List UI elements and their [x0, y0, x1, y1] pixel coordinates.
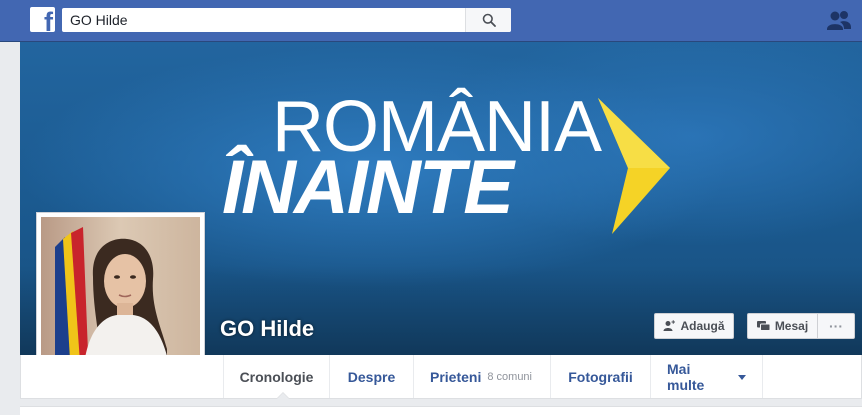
tab-timeline-label: Cronologie: [239, 368, 314, 385]
tab-about-label: Despre: [347, 368, 396, 385]
active-tab-indicator: [276, 392, 290, 399]
search-input[interactable]: [62, 8, 466, 32]
message-button[interactable]: Mesaj: [747, 313, 818, 339]
facebook-logo-letter: f: [44, 7, 53, 33]
more-options-label: ···: [829, 318, 843, 334]
facebook-logo[interactable]: f: [30, 7, 55, 32]
tab-friends-label: Prieteni: [430, 368, 482, 385]
add-friend-button[interactable]: Adaugă: [654, 313, 734, 339]
cover-brand-line-2: ÎNAINTE: [222, 145, 514, 230]
top-navigation-bar: f: [0, 0, 862, 42]
mutual-friends-count: 8 comuni: [487, 370, 532, 383]
profile-name[interactable]: GO Hilde: [220, 316, 314, 342]
search-icon: [482, 13, 496, 27]
friend-requests-icon[interactable]: [826, 10, 852, 32]
message-icon: [756, 320, 770, 331]
profile-photo: [41, 217, 200, 376]
message-label: Mesaj: [774, 319, 809, 333]
profile-picture: [41, 217, 200, 376]
tab-about[interactable]: Despre: [329, 355, 413, 398]
content-strip: [20, 406, 862, 415]
yellow-triangle-logo: [598, 98, 670, 234]
tab-photos[interactable]: Fotografii: [550, 355, 650, 398]
search-button[interactable]: [465, 8, 511, 32]
add-friend-icon: [663, 320, 676, 331]
chevron-down-icon: [738, 375, 746, 380]
more-options-button[interactable]: ···: [817, 313, 855, 339]
profile-tabs: Cronologie Despre Prieteni 8 comuni Foto…: [20, 355, 862, 399]
search-box: [62, 8, 511, 32]
tab-friends[interactable]: Prieteni 8 comuni: [413, 355, 550, 398]
add-friend-label: Adaugă: [680, 319, 725, 333]
tab-photos-label: Fotografii: [568, 368, 633, 385]
tab-more[interactable]: Mai multe: [650, 355, 763, 398]
tab-more-label: Mai multe: [667, 360, 705, 393]
